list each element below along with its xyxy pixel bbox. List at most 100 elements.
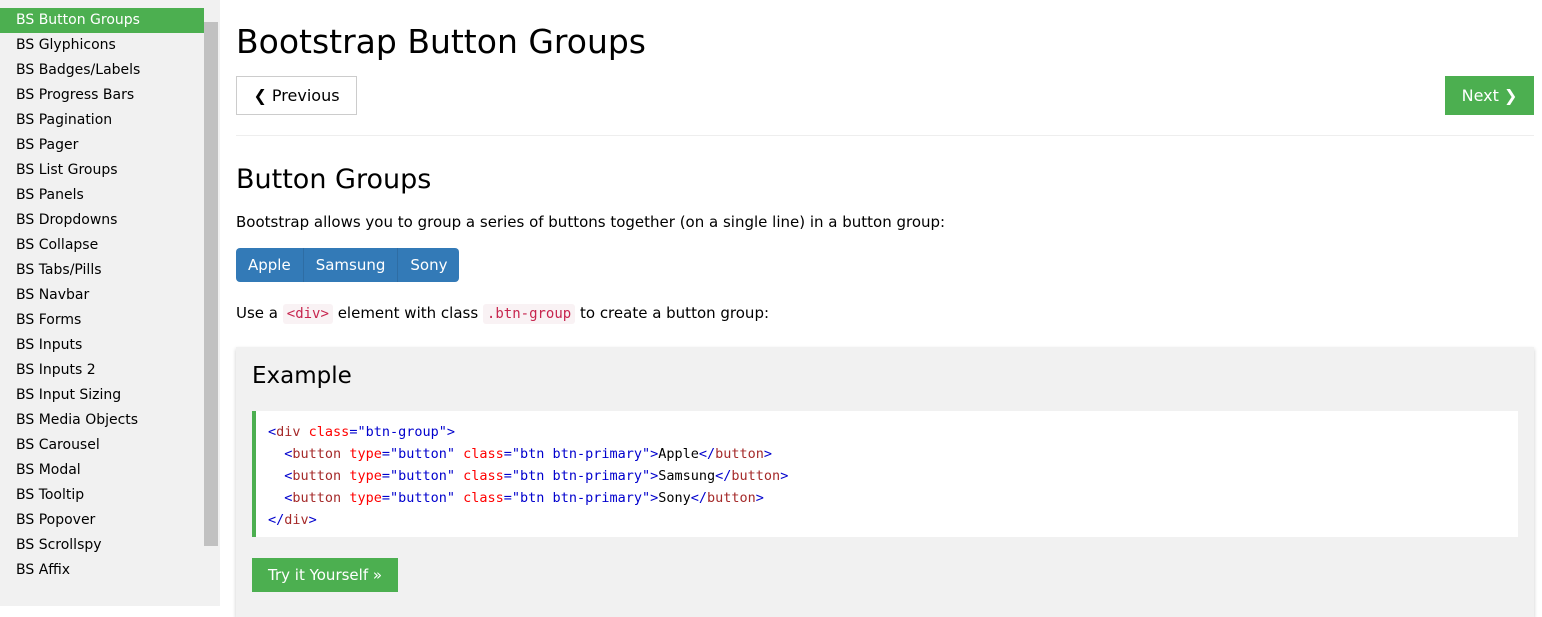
code-token: "btn btn-primary": [511, 446, 651, 462]
sidebar: BS ButtonsBS Button GroupsBS GlyphiconsB…: [0, 0, 220, 606]
sidebar-item[interactable]: BS Collapse: [0, 233, 204, 258]
demo-button-group: Apple Samsung Sony: [236, 248, 460, 282]
samsung-button[interactable]: Samsung: [302, 248, 398, 282]
section-title: Button Groups: [236, 164, 432, 195]
sony-button[interactable]: Sony: [397, 248, 459, 282]
sidebar-item[interactable]: BS Affix: [0, 558, 204, 583]
code-token: class: [300, 424, 350, 440]
sidebar-item[interactable]: BS Carousel: [0, 433, 204, 458]
example-title: Example: [252, 363, 352, 389]
code-token: >: [763, 446, 773, 462]
sidebar-list: BS ButtonsBS Button GroupsBS GlyphiconsB…: [0, 0, 204, 583]
usage-post: to create a button group:: [575, 304, 770, 322]
sidebar-item[interactable]: BS Popover: [0, 508, 204, 533]
code-token: "button": [389, 468, 455, 484]
usage-pre: Use a: [236, 304, 283, 322]
code-token: >: [755, 490, 764, 506]
code-token: Apple: [658, 446, 699, 462]
code-line: <button type="button" class="btn btn-pri…: [268, 465, 1506, 487]
code-token: >: [446, 424, 455, 440]
code-token: >: [650, 446, 659, 462]
code-token: button: [731, 468, 781, 484]
code-line: <div class="btn-group">: [268, 421, 1506, 443]
sidebar-item[interactable]: BS Scrollspy: [0, 533, 204, 558]
code-token: "btn-group": [357, 424, 447, 440]
next-button[interactable]: Next ❯: [1445, 76, 1534, 115]
code-token: button: [292, 446, 342, 462]
sidebar-item[interactable]: BS Button Groups: [0, 8, 204, 33]
code-token: =: [381, 490, 390, 506]
code-block: <div class="btn-group"> <button type="bu…: [252, 411, 1518, 537]
sidebar-item[interactable]: BS Badges/Labels: [0, 58, 204, 83]
code-token: type: [341, 468, 382, 484]
code-token: =: [503, 490, 512, 506]
code-token: =: [381, 446, 390, 462]
code-div: <div>: [282, 304, 333, 324]
code-token: </: [715, 468, 732, 484]
code-token: >: [650, 490, 659, 506]
example-box: Example <div class="btn-group"> <button …: [236, 347, 1534, 617]
sidebar-item[interactable]: BS Pagination: [0, 108, 204, 133]
code-line: </div>: [268, 509, 1506, 531]
apple-button[interactable]: Apple: [236, 248, 303, 282]
code-token: class: [455, 490, 504, 506]
divider: [236, 135, 1534, 136]
code-token: =: [503, 446, 512, 462]
code-token: "btn btn-primary": [511, 490, 651, 506]
sidebar-item[interactable]: BS Forms: [0, 308, 204, 333]
code-token: button: [707, 490, 756, 506]
code-token: "btn btn-primary": [511, 468, 651, 484]
code-token: "button": [389, 490, 455, 506]
code-token: type: [341, 446, 382, 462]
sidebar-item[interactable]: BS Panels: [0, 183, 204, 208]
sidebar-item[interactable]: BS Inputs 2: [0, 358, 204, 383]
code-token: Samsung: [658, 468, 716, 484]
code-token: type: [341, 490, 382, 506]
code-token: class: [455, 468, 504, 484]
code-token: div: [276, 424, 301, 440]
code-token: </: [698, 446, 716, 462]
sidebar-item[interactable]: BS Tabs/Pills: [0, 258, 204, 283]
code-token: Sony: [658, 490, 691, 506]
sidebar-item[interactable]: BS Buttons: [0, 0, 204, 8]
code-token: =: [503, 468, 512, 484]
sidebar-item[interactable]: BS Dropdowns: [0, 208, 204, 233]
scrollbar-thumb[interactable]: [204, 22, 218, 546]
usage-text: Use a <div> element with class .btn-grou…: [236, 304, 770, 324]
code-token: button: [715, 446, 764, 462]
sidebar-item[interactable]: BS Glyphicons: [0, 33, 204, 58]
try-it-yourself-button[interactable]: Try it Yourself »: [252, 558, 399, 592]
code-token: "button": [389, 446, 455, 462]
page-title: Bootstrap Button Groups: [236, 22, 647, 61]
code-token: >: [650, 468, 659, 484]
usage-mid: element with class: [332, 304, 483, 322]
code-token: >: [308, 512, 317, 528]
sidebar-item[interactable]: BS Navbar: [0, 283, 204, 308]
sidebar-item[interactable]: BS Progress Bars: [0, 83, 204, 108]
code-token: </: [690, 490, 708, 506]
sidebar-item[interactable]: BS Modal: [0, 458, 204, 483]
code-token: button: [292, 468, 342, 484]
sidebar-item[interactable]: BS Pager: [0, 133, 204, 158]
code-token: <: [268, 424, 277, 440]
code-token: button: [292, 490, 342, 506]
code-token: >: [780, 468, 789, 484]
sidebar-scrollbar[interactable]: [204, 0, 218, 606]
code-token: </: [268, 512, 285, 528]
sidebar-item[interactable]: BS Inputs: [0, 333, 204, 358]
code-line: <button type="button" class="btn btn-pri…: [268, 443, 1506, 465]
sidebar-item[interactable]: BS List Groups: [0, 158, 204, 183]
code-line: <button type="button" class="btn btn-pri…: [268, 487, 1506, 509]
intro-text: Bootstrap allows you to group a series o…: [236, 213, 946, 231]
previous-button[interactable]: ❮ Previous: [236, 76, 357, 115]
sidebar-item[interactable]: BS Media Objects: [0, 408, 204, 433]
code-token: div: [284, 512, 309, 528]
sidebar-item[interactable]: BS Tooltip: [0, 483, 204, 508]
code-btn-group: .btn-group: [482, 304, 576, 324]
sidebar-item[interactable]: BS Input Sizing: [0, 383, 204, 408]
code-token: =: [381, 468, 390, 484]
code-token: class: [455, 446, 504, 462]
